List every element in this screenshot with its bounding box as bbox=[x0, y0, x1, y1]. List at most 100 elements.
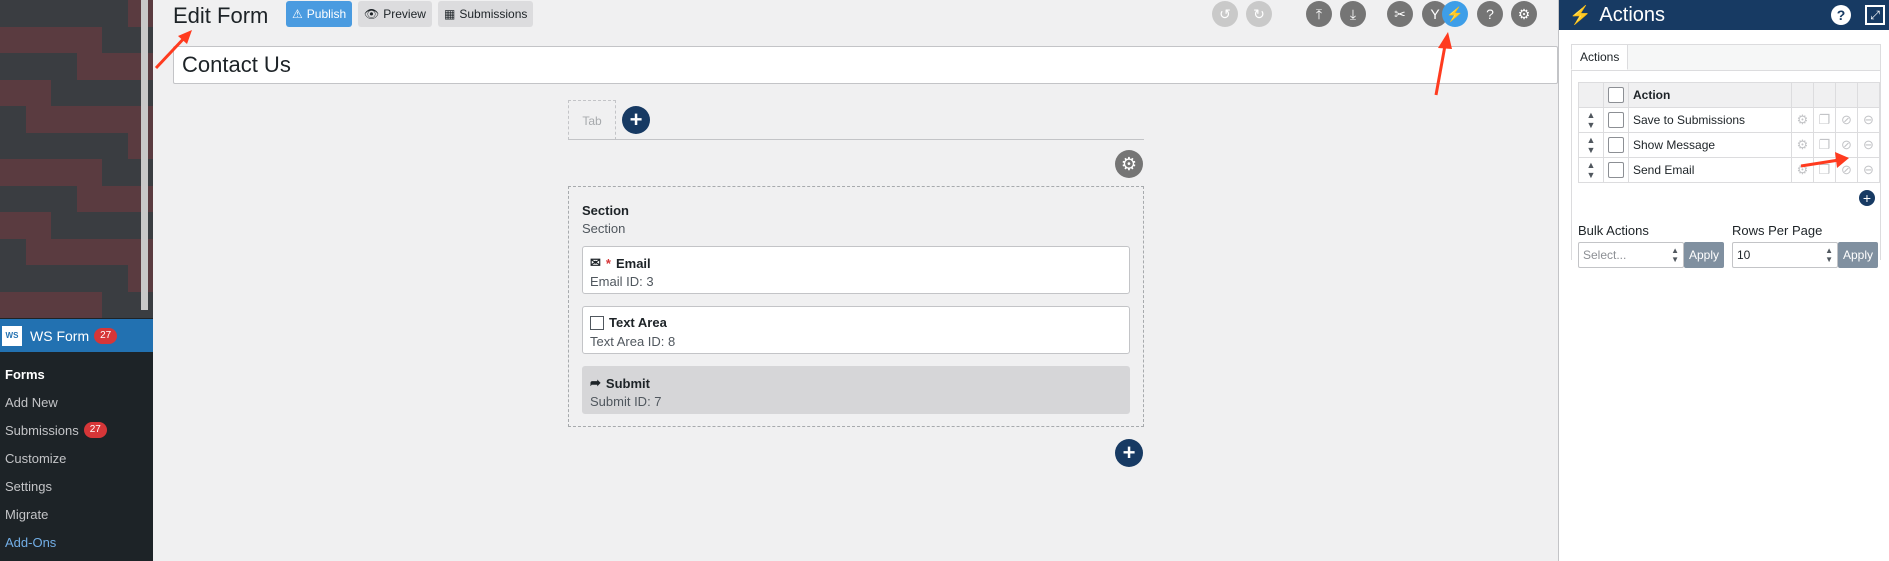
add-tab-button[interactable]: + bbox=[622, 106, 650, 134]
disable-icon[interactable]: ⊘ bbox=[1835, 107, 1858, 133]
field-header: ➦ Submit bbox=[590, 375, 650, 391]
help-icon[interactable]: ? bbox=[1477, 1, 1503, 27]
delete-icon[interactable]: ⊖ bbox=[1857, 107, 1880, 133]
mosaic-cell bbox=[0, 185, 26, 212]
header-select-all[interactable] bbox=[1603, 82, 1629, 108]
submenu-label: Submissions bbox=[5, 422, 79, 438]
sort-handle-icon[interactable]: ▲ ▼ bbox=[1578, 132, 1604, 158]
actions-icon[interactable]: ⚡ bbox=[1442, 1, 1468, 27]
mosaic-cell bbox=[102, 238, 128, 265]
mosaic-cell bbox=[102, 0, 128, 27]
textarea-icon bbox=[590, 315, 604, 330]
add-section-button[interactable]: + bbox=[1115, 439, 1143, 467]
submenu-submissions[interactable]: Submissions 27 bbox=[0, 416, 153, 444]
undo-icon[interactable]: ↺ bbox=[1212, 1, 1238, 27]
row-checkbox[interactable] bbox=[1608, 112, 1624, 128]
publish-button[interactable]: ⚠ Publish bbox=[286, 1, 353, 27]
form-name-input[interactable]: Contact Us bbox=[173, 46, 1558, 84]
mosaic-cell bbox=[102, 26, 128, 53]
submenu-add-new[interactable]: Add New bbox=[0, 388, 153, 416]
help-icon[interactable]: ? bbox=[1831, 5, 1851, 25]
submenu-label: Settings bbox=[5, 478, 52, 494]
bulk-actions-select[interactable]: Select... ▲ ▼ bbox=[1578, 242, 1684, 268]
sort-handle-icon[interactable]: ▲ ▼ bbox=[1578, 107, 1604, 133]
admin-sidebar: WS WS Form 27 Forms Add New Submissions … bbox=[0, 0, 153, 561]
upload-icon[interactable]: ⤒ bbox=[1306, 1, 1332, 27]
mosaic-cell bbox=[25, 53, 51, 80]
add-action-button[interactable]: + bbox=[1859, 190, 1875, 206]
mosaic-cell bbox=[76, 79, 102, 106]
submissions-button[interactable]: ▦ Submissions bbox=[438, 1, 534, 27]
mosaic-cell bbox=[25, 238, 51, 265]
mosaic-cell bbox=[102, 265, 128, 292]
mosaic-cell bbox=[51, 185, 77, 212]
select-all-checkbox[interactable] bbox=[1608, 87, 1624, 103]
sort-handle-icon[interactable]: ▲ ▼ bbox=[1578, 157, 1604, 183]
mosaic-cell bbox=[25, 212, 51, 239]
row-checkbox[interactable] bbox=[1608, 137, 1624, 153]
submenu-customize[interactable]: Customize bbox=[0, 444, 153, 472]
submenu-add-ons[interactable]: Add-Ons bbox=[0, 528, 153, 556]
field-header: ✉ * Email bbox=[590, 255, 651, 271]
settings-icon[interactable]: ⚙ bbox=[1511, 1, 1537, 27]
bulk-apply-button[interactable]: Apply bbox=[1684, 242, 1724, 268]
delete-icon[interactable]: ⊖ bbox=[1857, 132, 1880, 158]
submissions-label: Submissions bbox=[459, 7, 528, 21]
bulk-actions-label: Bulk Actions bbox=[1578, 223, 1649, 238]
rows-per-page-select[interactable]: 10 ▲ ▼ bbox=[1732, 242, 1838, 268]
mosaic-cell bbox=[51, 0, 77, 27]
caret-down-icon: ▲ ▼ bbox=[1825, 246, 1833, 264]
field-meta: Text Area ID: 8 bbox=[590, 334, 676, 349]
count-badge: 27 bbox=[83, 422, 107, 438]
table-header-row: Action bbox=[1578, 82, 1880, 108]
submenu-forms[interactable]: Forms bbox=[0, 360, 153, 388]
submenu-settings[interactable]: Settings bbox=[0, 472, 153, 500]
mosaic-cell bbox=[76, 0, 102, 27]
annotation-arrow-title bbox=[154, 30, 192, 70]
clone-icon[interactable]: ❐ bbox=[1813, 107, 1836, 133]
blurred-menu-area bbox=[0, 0, 153, 318]
redo-icon[interactable]: ↻ bbox=[1246, 1, 1272, 27]
delete-icon[interactable]: ⊖ bbox=[1857, 157, 1880, 183]
annotation-arrow-actions bbox=[1434, 32, 1452, 96]
mosaic-cell bbox=[51, 53, 77, 80]
publish-icon: ⚠ bbox=[292, 7, 303, 21]
mosaic-cell bbox=[51, 159, 77, 186]
sidebar-item-label: WS Form bbox=[30, 327, 90, 344]
row-checkbox-cell[interactable] bbox=[1603, 132, 1629, 158]
tools-icon[interactable]: ✂ bbox=[1387, 1, 1413, 27]
action-label: Show Message bbox=[1628, 132, 1792, 158]
table-row[interactable]: ▲ ▼ Save to Submissions ⚙ ❐ ⊘ ⊖ bbox=[1578, 107, 1880, 133]
expand-icon[interactable]: ⤢ bbox=[1865, 5, 1885, 25]
row-checkbox[interactable] bbox=[1608, 162, 1624, 178]
mosaic-cell bbox=[0, 53, 26, 80]
tab-settings-gear-icon[interactable]: ⚙ bbox=[1115, 150, 1143, 178]
gear-icon[interactable]: ⚙ bbox=[1791, 107, 1814, 133]
mosaic-cell bbox=[51, 265, 77, 292]
panel-header: ⚡ Actions ? ⤢ bbox=[1559, 0, 1889, 30]
field-email[interactable]: ✉ * Email Email ID: 3 bbox=[582, 246, 1130, 294]
mosaic-cell bbox=[0, 26, 26, 53]
field-label: Submit bbox=[605, 375, 650, 391]
rows-apply-button[interactable]: Apply bbox=[1838, 242, 1878, 268]
header-col bbox=[1857, 82, 1880, 108]
sidebar-scrollbar[interactable] bbox=[141, 0, 148, 310]
tab-form-tab[interactable]: Tab bbox=[568, 100, 616, 140]
submenu-migrate[interactable]: Migrate bbox=[0, 500, 153, 528]
field-submit[interactable]: ➦ Submit Submit ID: 7 bbox=[582, 366, 1130, 414]
select-value: Select... bbox=[1583, 248, 1627, 262]
submenu-label: Add New bbox=[5, 394, 58, 410]
form-section[interactable]: Section Section ✉ * Email Email ID: 3 Te… bbox=[568, 186, 1144, 427]
row-checkbox-cell[interactable] bbox=[1603, 157, 1629, 183]
tab-actions[interactable]: Actions bbox=[1571, 44, 1629, 70]
header-col bbox=[1791, 82, 1814, 108]
preview-label: Preview bbox=[383, 7, 426, 21]
sidebar-item-ws-form[interactable]: WS WS Form 27 bbox=[0, 319, 153, 352]
field-text-area[interactable]: Text Area Text Area ID: 8 bbox=[582, 306, 1130, 354]
preview-button[interactable]: 👁 Preview bbox=[358, 1, 432, 27]
mosaic-cell bbox=[0, 212, 26, 239]
annotation-arrow-add-action bbox=[1800, 152, 1849, 168]
download-icon[interactable]: ⤓ bbox=[1340, 1, 1366, 27]
row-checkbox-cell[interactable] bbox=[1603, 107, 1629, 133]
ws-form-logo-icon: WS bbox=[2, 325, 22, 346]
